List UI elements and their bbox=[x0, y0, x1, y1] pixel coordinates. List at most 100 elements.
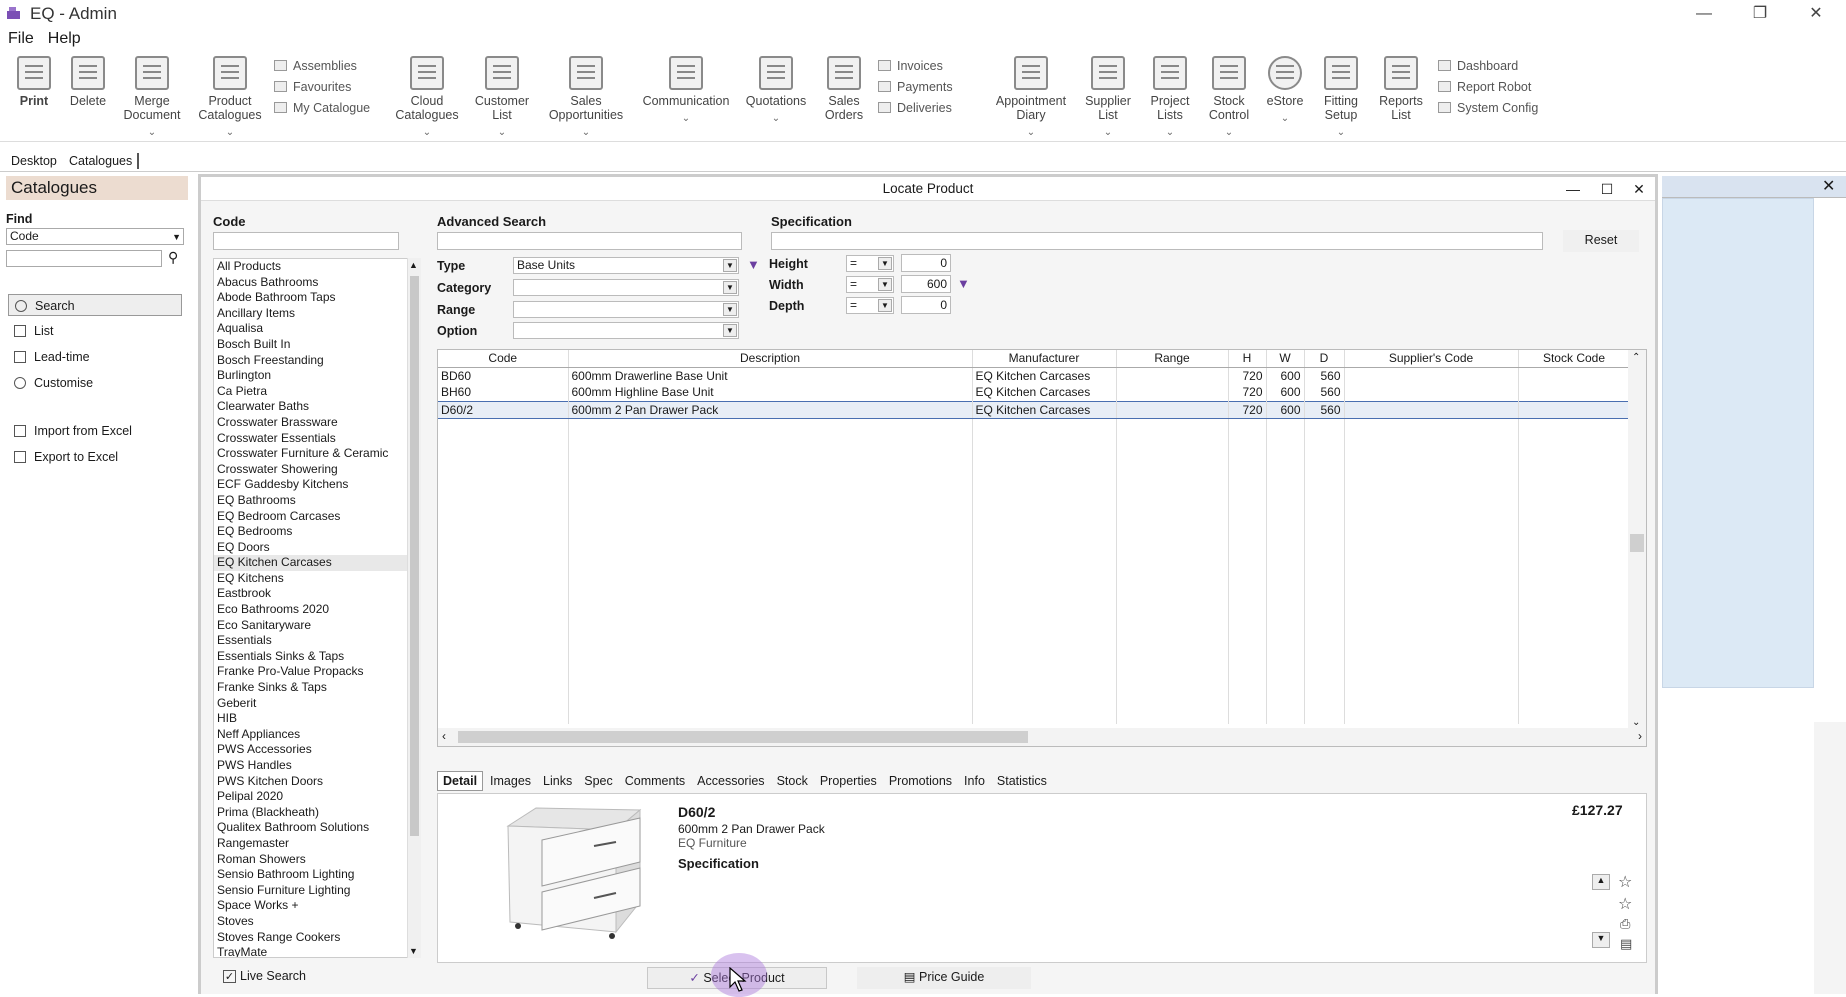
catalogue-list-item[interactable]: All Products bbox=[214, 259, 420, 275]
grid-vertical-scrollbar[interactable]: ⌃ ⌄ bbox=[1628, 350, 1646, 730]
sales-opportunities-button[interactable]: Sales Opportunities ⌄ bbox=[544, 56, 628, 140]
detail-tab[interactable]: Info bbox=[959, 772, 990, 790]
chevron-down-icon[interactable]: ⌄ bbox=[1084, 126, 1132, 140]
scroll-thumb[interactable] bbox=[410, 276, 419, 836]
catalogue-list-item[interactable]: Stoves Range Cookers bbox=[214, 930, 420, 946]
chevron-down-icon[interactable]: ⌄ bbox=[198, 126, 262, 140]
stock-control-button[interactable]: Stock Control ⌄ bbox=[1204, 56, 1254, 140]
save-icon[interactable]: ▤ bbox=[1620, 936, 1632, 952]
specification-input[interactable] bbox=[771, 232, 1543, 250]
favourites-button[interactable]: Favourites bbox=[274, 77, 351, 98]
catalogue-list-item[interactable]: EQ Kitchen Carcases bbox=[214, 555, 420, 571]
scroll-down-icon[interactable]: ▼ bbox=[409, 946, 418, 956]
width-input[interactable]: 600 bbox=[901, 275, 951, 293]
depth-operator-select[interactable]: = ▼ bbox=[846, 297, 894, 314]
estore-button[interactable]: eStore ⌄ bbox=[1262, 56, 1308, 126]
merge-document-button[interactable]: Merge Document ⌄ bbox=[120, 56, 184, 140]
find-field-select[interactable]: Code ▼ bbox=[6, 228, 184, 245]
catalogue-list-item[interactable]: Clearwater Baths bbox=[214, 399, 420, 415]
catalogue-list[interactable]: All Products Abacus Bathrooms Abode Bathro… bbox=[213, 258, 421, 958]
catalogue-list-item[interactable]: EQ Bedroom Carcases bbox=[214, 509, 420, 525]
chevron-down-icon[interactable]: ⌄ bbox=[544, 126, 628, 140]
star-icon[interactable]: ☆ bbox=[1618, 872, 1632, 892]
menu-file[interactable]: File bbox=[8, 28, 34, 50]
catalogue-list-item[interactable]: Essentials Sinks & Taps bbox=[214, 649, 420, 665]
width-operator-select[interactable]: = ▼ bbox=[846, 276, 894, 293]
detail-tab[interactable]: Images bbox=[485, 772, 536, 790]
live-search-checkbox[interactable]: ✓ Live Search bbox=[223, 969, 306, 983]
scroll-left-icon[interactable]: ‹ bbox=[442, 729, 446, 743]
detail-tab[interactable]: Statistics bbox=[992, 772, 1052, 790]
catalogue-list-item[interactable]: Eco Sanitaryware bbox=[214, 618, 420, 634]
catalogue-list-item[interactable]: Bosch Built In bbox=[214, 337, 420, 353]
catalogue-list-item[interactable]: PWS Kitchen Doors bbox=[214, 774, 420, 790]
sales-orders-button[interactable]: Sales Orders bbox=[820, 56, 868, 122]
table-row[interactable]: BH60 600mm Highline Base Unit EQ Kitchen C… bbox=[438, 384, 1631, 401]
catalogue-list-item[interactable]: Eco Bathrooms 2020 bbox=[214, 602, 420, 618]
tab-catalogues[interactable]: Catalogues bbox=[64, 153, 140, 169]
detail-tab[interactable]: Comments bbox=[620, 772, 690, 790]
column-header[interactable]: D bbox=[1304, 350, 1345, 368]
chevron-down-icon[interactable]: ⌄ bbox=[994, 126, 1068, 140]
code-input[interactable] bbox=[213, 232, 399, 250]
scroll-thumb[interactable] bbox=[1630, 534, 1644, 552]
category-select[interactable]: ▼ bbox=[513, 279, 739, 296]
list-button[interactable]: List bbox=[8, 320, 186, 342]
price-guide-button[interactable]: ▤ Price Guide bbox=[857, 967, 1031, 989]
scroll-up-icon[interactable]: ⌃ bbox=[1632, 352, 1640, 363]
detail-tab[interactable]: Accessories bbox=[692, 772, 769, 790]
search-icon[interactable]: ⚲ bbox=[168, 249, 178, 266]
catalogue-list-item[interactable]: Crosswater Essentials bbox=[214, 431, 420, 447]
catalogue-list-item[interactable]: Geberit bbox=[214, 696, 420, 712]
range-select[interactable]: ▼ bbox=[513, 301, 739, 318]
detail-tab[interactable]: Detail bbox=[437, 771, 484, 791]
detail-tab[interactable]: Stock bbox=[772, 772, 813, 790]
catalogue-list-item[interactable]: EQ Kitchens bbox=[214, 571, 420, 587]
scroll-down-icon[interactable]: ⌄ bbox=[1632, 717, 1640, 728]
catalogue-list-item[interactable]: Crosswater Showering bbox=[214, 462, 420, 478]
payments-button[interactable]: Payments bbox=[878, 77, 953, 98]
catalogue-list-item[interactable]: Franke Sinks & Taps bbox=[214, 680, 420, 696]
chevron-down-icon[interactable]: ⌄ bbox=[1316, 126, 1366, 140]
dialog-minimize-button[interactable]: — bbox=[1557, 177, 1589, 201]
chevron-down-icon[interactable]: ⌄ bbox=[1204, 126, 1254, 140]
chevron-down-icon[interactable]: ⌄ bbox=[640, 112, 732, 126]
supplier-list-button[interactable]: Supplier List ⌄ bbox=[1084, 56, 1132, 140]
catalogue-list-item[interactable]: Roman Showers bbox=[214, 852, 420, 868]
tab-desktop[interactable]: Desktop bbox=[6, 153, 62, 169]
catalogue-list-item[interactable]: Space Works + bbox=[214, 898, 420, 914]
column-header[interactable]: Range bbox=[1116, 350, 1229, 368]
catalogue-list-item[interactable]: Stoves bbox=[214, 914, 420, 930]
column-header[interactable]: Code bbox=[438, 350, 569, 368]
reports-list-button[interactable]: Reports List bbox=[1376, 56, 1426, 122]
my-catalogue-button[interactable]: My Catalogue bbox=[274, 98, 370, 119]
scroll-up-icon[interactable]: ▲ bbox=[1592, 874, 1610, 890]
catalogue-list-item[interactable]: Ca Pietra bbox=[214, 384, 420, 400]
chevron-down-icon[interactable]: ⌄ bbox=[744, 112, 808, 126]
filter-icon[interactable]: ▼ bbox=[957, 276, 970, 291]
catalogue-list-item[interactable]: Aqualisa bbox=[214, 321, 420, 337]
catalogue-list-item[interactable]: Essentials bbox=[214, 633, 420, 649]
catalogue-list-item[interactable]: EQ Bedrooms bbox=[214, 524, 420, 540]
quotations-button[interactable]: Quotations ⌄ bbox=[744, 56, 808, 126]
close-button[interactable]: ✕ bbox=[1796, 2, 1836, 26]
star-icon[interactable]: ☆ bbox=[1618, 894, 1632, 914]
column-header[interactable]: H bbox=[1228, 350, 1267, 368]
product-grid[interactable]: Code Description Manufacturer Range H W D Suppl… bbox=[437, 349, 1647, 747]
chevron-down-icon[interactable]: ⌄ bbox=[394, 126, 460, 140]
column-header[interactable]: Supplier's Code bbox=[1344, 350, 1519, 368]
invoices-button[interactable]: Invoices bbox=[878, 56, 943, 77]
catalogue-list-item[interactable]: EQ Doors bbox=[214, 540, 420, 556]
chevron-down-icon[interactable]: ⌄ bbox=[474, 126, 530, 140]
detail-tab[interactable]: Properties bbox=[815, 772, 882, 790]
catalogue-list-item[interactable]: Abode Bathroom Taps bbox=[214, 290, 420, 306]
type-select[interactable]: Base Units ▼ bbox=[513, 257, 739, 274]
dialog-close-button[interactable]: ✕ bbox=[1623, 177, 1655, 201]
advanced-search-input[interactable] bbox=[437, 232, 742, 250]
catalogue-list-item[interactable]: Neff Appliances bbox=[214, 727, 420, 743]
fitting-setup-button[interactable]: Fitting Setup ⌄ bbox=[1316, 56, 1366, 140]
assemblies-button[interactable]: Assemblies bbox=[274, 56, 357, 77]
delete-button[interactable]: Delete bbox=[66, 56, 110, 108]
detail-tab[interactable]: Spec bbox=[579, 772, 618, 790]
import-excel-button[interactable]: Import from Excel bbox=[8, 420, 186, 442]
